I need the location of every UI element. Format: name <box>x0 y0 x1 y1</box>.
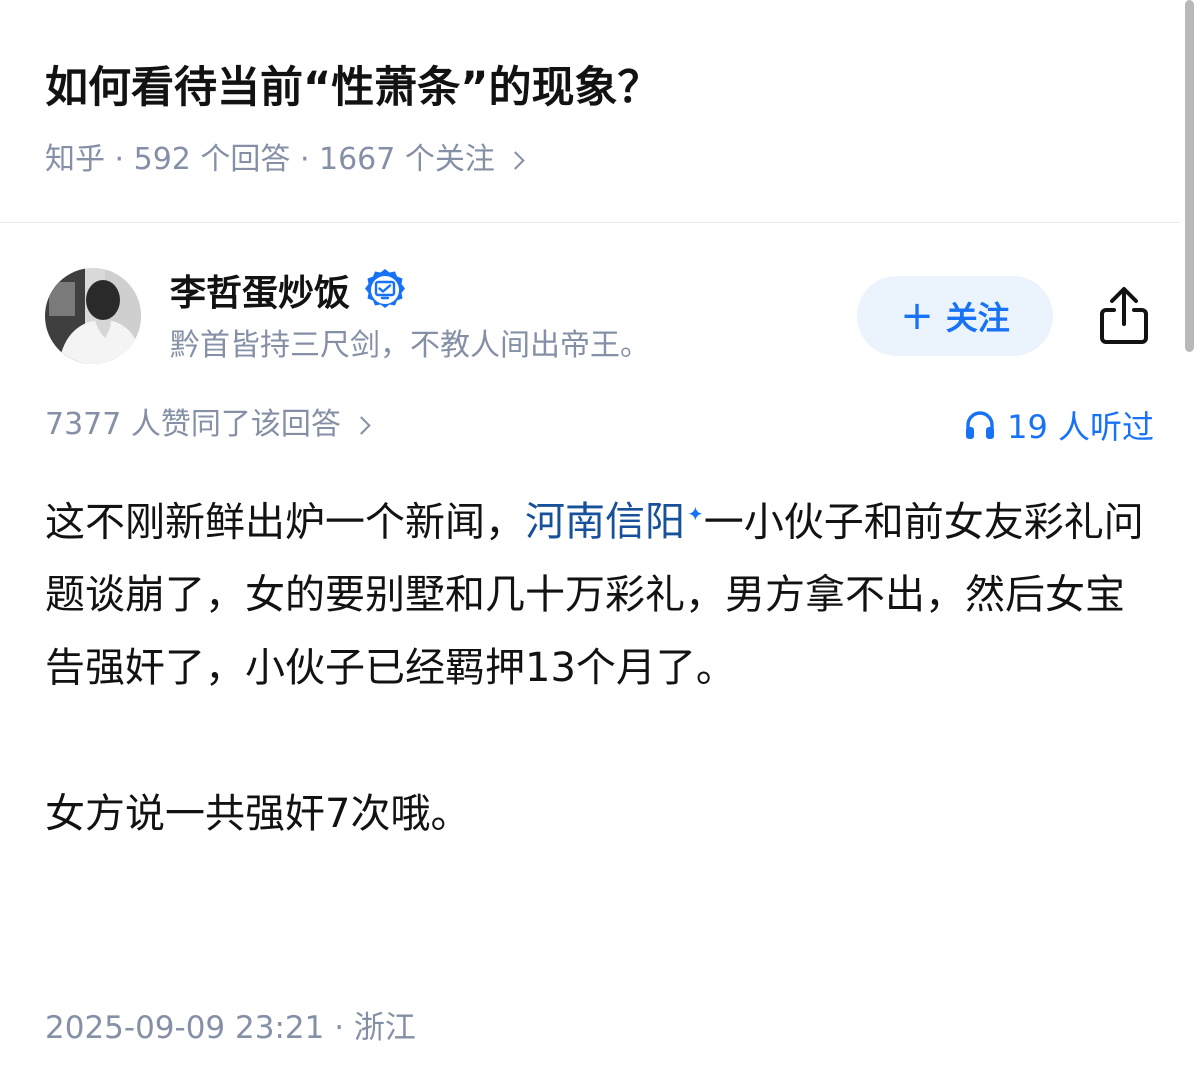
avatar-image <box>45 268 141 364</box>
chevron-right-icon <box>506 150 525 170</box>
scrollbar[interactable] <box>1185 0 1194 352</box>
author-name-row: 李哲蛋炒饭 <box>170 262 408 318</box>
question-title[interactable]: 如何看待当前“性萧条”的现象？ <box>45 56 661 120</box>
divider <box>0 222 1180 223</box>
sparkle-icon: ✦ <box>687 502 704 526</box>
plus-icon: + <box>900 293 934 339</box>
answer-body: 这不刚新鲜出炉一个新闻，河南信阳 ✦一小伙子和前女友彩礼问题谈崩了，女的要别墅和几… <box>45 478 1155 851</box>
vote-summary-text: 7377 人赞同了该回答 <box>45 407 341 442</box>
topic-link-text: 河南信阳 <box>525 499 685 546</box>
follow-button[interactable]: + 关注 <box>857 276 1053 356</box>
author-headline: 黔首皆持三尺剑，不教人间出帝王。 <box>170 328 650 363</box>
verified-badge-icon <box>365 269 406 308</box>
answer-paragraph: 女方说一共强奸7次哦。 <box>45 791 471 838</box>
answer-paragraph: 这不刚新鲜出炉一个新闻，河南信阳 ✦一小伙子和前女友彩礼问题谈崩了，女的要别墅和几… <box>45 478 1155 705</box>
vote-summary[interactable]: 7377 人赞同了该回答 <box>45 402 371 448</box>
follow-button-label: 关注 <box>945 299 1010 337</box>
question-meta[interactable]: 知乎 · 592 个回答 · 1667 个关注 <box>45 138 525 182</box>
chevron-right-icon <box>352 415 371 435</box>
topic-link[interactable]: 河南信阳 ✦ <box>525 499 704 545</box>
share-icon[interactable] <box>1094 282 1154 348</box>
author-name[interactable]: 李哲蛋炒饭 <box>170 264 350 316</box>
avatar[interactable] <box>45 268 141 364</box>
headphones-icon <box>966 411 995 439</box>
listen-count-text: 19 人听过 <box>1007 408 1154 446</box>
answer-timestamp-location: 2025-09-09 23:21 · 浙江 <box>45 1010 416 1046</box>
listen-count[interactable]: 19 人听过 <box>963 402 1154 448</box>
question-meta-text: 知乎 · 592 个回答 · 1667 个关注 <box>45 142 495 177</box>
answer-text: 这不刚新鲜出炉一个新闻， <box>45 499 525 546</box>
